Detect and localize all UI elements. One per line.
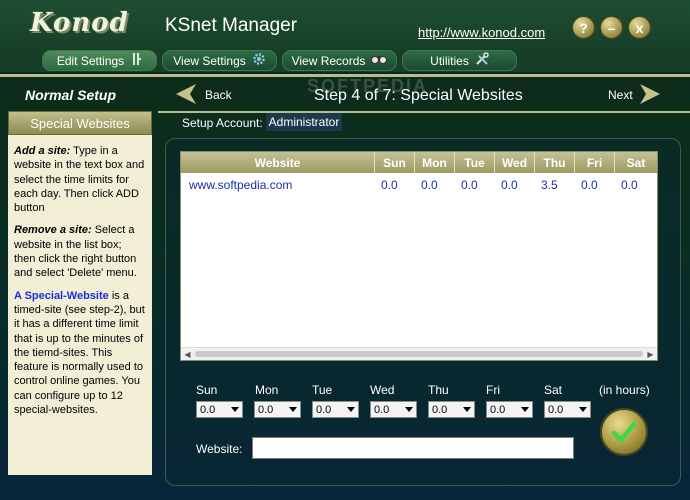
day-label-wed: Wed [370,383,395,397]
tue-hours-select[interactable]: 0.0 [312,401,359,418]
help-special: A Special-Website is a timed-site (see s… [14,289,145,417]
menu-view-records[interactable]: View Records [282,50,397,71]
account-label: Setup Account: [182,116,263,130]
menu-utilities[interactable]: Utilities [402,50,517,71]
website-label: Website: [196,442,243,456]
day-label-fri: Fri [486,383,500,397]
gear-icon [252,52,266,69]
binoculars-icon [371,53,388,68]
section-heading: Normal Setup [25,87,117,103]
menu-label: View Records [291,53,366,68]
day-label-thu: Thu [428,383,449,397]
sun-hours-select[interactable]: 0.0 [196,401,243,418]
website-input[interactable] [252,437,574,459]
help-add: Add a site: Type in a website in the tex… [14,145,145,215]
mon-hours-select[interactable]: 0.0 [254,401,301,418]
minimize-icon: – [607,19,616,36]
sat-hours-select[interactable]: 0.0 [544,401,591,418]
next-button[interactable]: Next [608,88,633,102]
chevron-down-icon [463,407,471,412]
scroll-left-icon[interactable]: ◀ [181,348,194,360]
chevron-down-icon [521,407,529,412]
help-remove: Remove a site: Select a website in the l… [14,224,137,280]
horizontal-scrollbar[interactable]: ◀ ▶ [181,347,657,360]
row-value: 0.0 [421,177,438,192]
row-value: 0.0 [621,177,638,192]
next-arrow-icon[interactable] [638,82,662,106]
column-header[interactable]: Fri [575,152,615,173]
help-panel: Add a site: Type in a website in the tex… [8,135,152,475]
menu-view-settings[interactable]: View Settings [162,50,277,71]
column-header[interactable]: Tue [455,152,495,173]
step-title: Step 4 of 7: Special Websites [314,87,523,104]
back-arrow-icon[interactable] [174,82,198,106]
websites-table[interactable]: Website Sun Mon Tue Wed Thu Fri Sat www.… [180,151,658,361]
close-icon: x [635,19,644,36]
scrollbar-thumb[interactable] [195,351,643,357]
menu-label: View Settings [173,53,246,68]
chevron-down-icon [579,407,587,412]
website-link[interactable]: http://www.konod.com [418,25,545,40]
table-header: Website Sun Mon Tue Wed Thu Fri Sat [181,152,657,173]
column-header[interactable]: Wed [495,152,535,173]
column-header[interactable]: Sat [615,152,657,173]
menu-label: Edit Settings [56,53,125,68]
step-divider [158,111,690,113]
day-label-sat: Sat [544,383,563,397]
row-website: www.softpedia.com [189,177,293,192]
column-header[interactable]: Thu [535,152,575,173]
menu-edit-settings[interactable]: Edit Settings [42,50,157,71]
column-header[interactable]: Website [181,152,375,173]
row-value: 0.0 [581,177,598,192]
day-label-mon: Mon [255,383,279,397]
fri-hours-select[interactable]: 0.0 [486,401,533,418]
column-header[interactable]: Mon [415,152,455,173]
question-icon: ? [579,19,588,36]
menu-label: Utilities [430,53,469,68]
wed-hours-select[interactable]: 0.0 [370,401,417,418]
close-button[interactable]: x [628,16,651,39]
row-value: 3.5 [541,177,558,192]
chevron-down-icon [347,407,355,412]
checkmark-icon [611,421,637,443]
row-value: 0.0 [501,177,518,192]
scroll-right-icon[interactable]: ▶ [644,348,657,360]
column-header[interactable]: Sun [375,152,415,173]
unit-label: (in hours) [599,383,650,397]
minimize-button[interactable]: – [600,16,623,39]
chevron-down-icon [405,407,413,412]
tab-special-websites[interactable]: Special Websites [8,111,152,135]
row-value: 0.0 [461,177,478,192]
account-value: Administrator [266,113,342,131]
konod-logo: Konod [30,8,129,38]
app-title: KSnet Manager [165,15,298,36]
chevron-down-icon [289,407,297,412]
day-label-tue: Tue [312,383,333,397]
row-value: 0.0 [381,177,398,192]
back-button[interactable]: Back [205,88,232,102]
thu-hours-select[interactable]: 0.0 [428,401,475,418]
tools-icon [475,52,489,69]
chevron-down-icon [231,407,239,412]
wrench-key-icon [130,52,142,69]
add-website-button[interactable] [600,408,648,456]
table-row[interactable]: www.softpedia.com 0.0 0.0 0.0 0.0 3.5 0.… [181,176,657,193]
day-label-sun: Sun [196,383,218,397]
help-button[interactable]: ? [572,16,595,39]
